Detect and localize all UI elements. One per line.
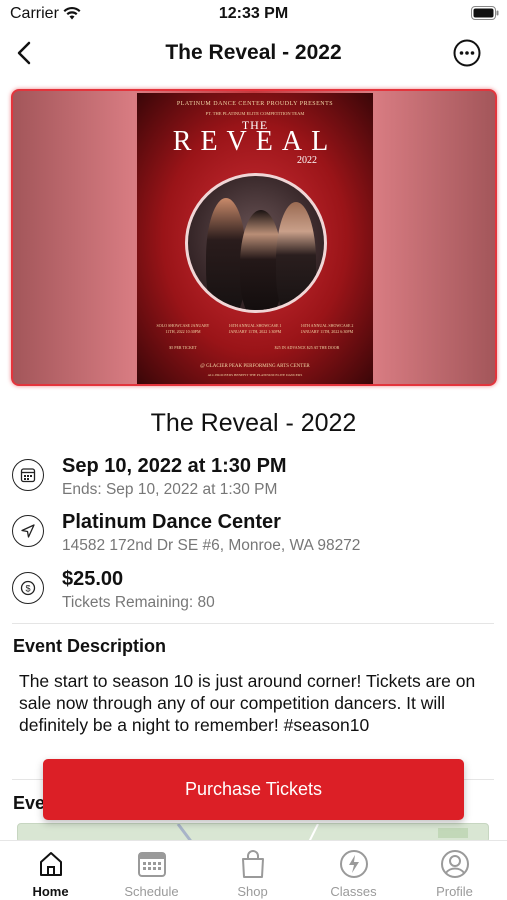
svg-text:$: $	[25, 584, 30, 594]
poster-header: PLATINUM DANCE CENTER PROUDLY PRESENTS	[176, 101, 334, 107]
calendar-icon	[138, 852, 166, 877]
section-divider	[12, 623, 494, 624]
description-heading: Event Description	[13, 636, 167, 656]
home-icon	[40, 852, 62, 876]
poster-footer: @ GLACIER PEAK PERFORMING ARTS CENTER	[200, 364, 310, 369]
location-arrow-icon	[12, 515, 44, 547]
purchase-tickets-button[interactable]: Purchase Tickets	[43, 759, 464, 820]
poster-title-main: REVEAL	[172, 126, 338, 157]
partial-section-heading: Eve	[13, 793, 46, 813]
event-date: Sep 10, 2022 at 1:30 PM	[62, 455, 287, 477]
poster-title-year: 2022	[297, 155, 317, 166]
shopping-bag-icon	[242, 850, 264, 878]
poster-price-left: $5 PER TICKET	[169, 345, 197, 350]
tab-schedule[interactable]: Schedule	[101, 841, 202, 900]
poster-footer-sub: ALL PROCEEDS BENEFIT THE PLATINUM ELITE …	[207, 373, 303, 377]
poster-price-right: $25 IN ADVANCE $25 AT THE DOOR	[274, 345, 340, 350]
tab-home[interactable]: Home	[0, 841, 101, 900]
tab-label: Home	[32, 884, 69, 899]
battery-icon	[471, 6, 499, 20]
tab-shop[interactable]: Shop	[202, 841, 303, 900]
calendar-icon	[12, 459, 44, 491]
dollar-icon: $	[12, 572, 44, 604]
dancer-figure-right	[276, 202, 316, 310]
event-end-date: Ends: Sep 10, 2022 at 1:30 PM	[62, 481, 278, 498]
navigation-bar: The Reveal - 2022	[0, 30, 507, 76]
tab-profile[interactable]: Profile	[404, 841, 505, 900]
tickets-remaining: Tickets Remaining: 80	[62, 594, 215, 611]
tab-label: Profile	[436, 884, 473, 899]
ticket-price: $25.00	[62, 568, 124, 590]
event-banner[interactable]: PLATINUM DANCE CENTER PROUDLY PRESENTS P…	[11, 89, 497, 386]
poster-subheader: PT. THE PLATINUM ELITE COMPETITION TEAM	[205, 111, 305, 116]
description-text: The start to season 10 is just around co…	[19, 671, 476, 735]
event-price-row: $ $25.00 Tickets Remaining: 80	[12, 568, 492, 618]
profile-icon	[441, 850, 469, 878]
more-options-icon[interactable]	[453, 39, 481, 67]
poster-info-center: 16TH ANNUAL SHOWCASE 1 JANUARY 11TH, 202…	[228, 323, 282, 334]
tab-classes[interactable]: Classes	[303, 841, 404, 900]
page-title: The Reveal - 2022	[165, 41, 342, 64]
tab-label: Shop	[237, 884, 268, 899]
event-location-row[interactable]: Platinum Dance Center 14582 172nd Dr SE …	[12, 511, 492, 561]
lightning-icon	[340, 850, 368, 878]
tab-label: Schedule	[124, 884, 179, 899]
tab-bar: Home Schedule Shop Classes Profile	[0, 840, 507, 900]
status-time: 12:33 PM	[218, 5, 289, 22]
status-bar: Carrier 12:33 PM	[0, 0, 507, 30]
poster-info-right: 16TH ANNUAL SHOWCASE 2 JANUARY 11TH, 202…	[300, 323, 354, 334]
tab-label: Classes	[330, 884, 377, 899]
poster-photo	[185, 173, 327, 313]
event-poster: PLATINUM DANCE CENTER PROUDLY PRESENTS P…	[137, 93, 373, 384]
event-title: The Reveal - 2022	[150, 409, 357, 437]
location-name: Platinum Dance Center	[62, 511, 281, 533]
poster-info-left: SOLO SHOWCASE JANUARY 11TH, 2022 10:30PM	[156, 323, 210, 334]
event-date-row: Sep 10, 2022 at 1:30 PM Ends: Sep 10, 20…	[12, 455, 492, 505]
location-address: 14582 172nd Dr SE #6, Monroe, WA 98272	[62, 537, 361, 554]
